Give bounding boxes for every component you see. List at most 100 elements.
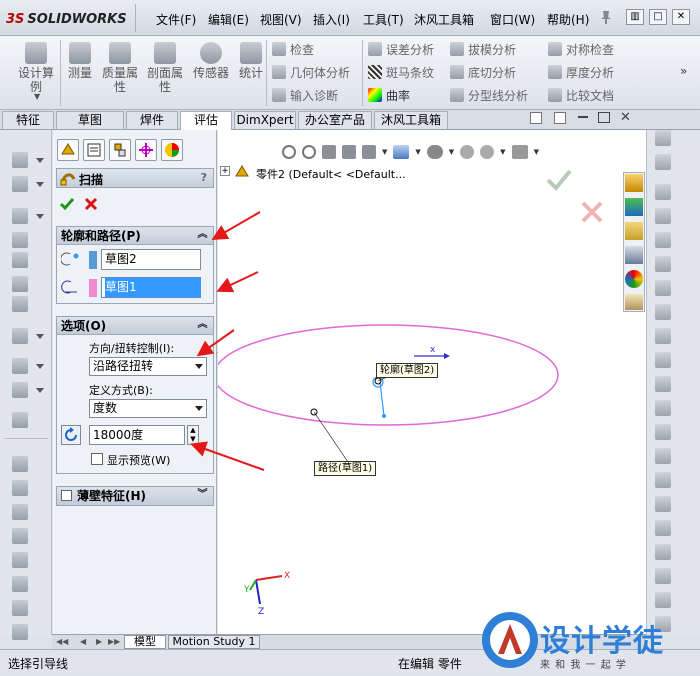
tab-weldments[interactable]: 焊件 — [126, 111, 178, 129]
zebra-stripes-button[interactable]: 斑马条纹 — [368, 63, 448, 81]
polygon-icon[interactable] — [655, 376, 671, 392]
ribbon-more-icon[interactable]: » — [680, 64, 687, 78]
trim-icon[interactable] — [655, 472, 671, 488]
slot-icon[interactable] — [655, 232, 671, 248]
tab-model[interactable]: 模型 — [124, 635, 166, 649]
restore-window-button[interactable]: □ — [649, 9, 667, 25]
chevron-down-icon[interactable] — [36, 158, 44, 163]
custom-properties-icon[interactable] — [625, 294, 643, 310]
property-manager-tab[interactable] — [83, 139, 105, 161]
define-by-select[interactable]: 度数 — [89, 399, 207, 418]
menu-mufeng[interactable]: 沐风工具箱 — [414, 11, 474, 28]
close-window-button[interactable]: ✕ — [672, 9, 690, 25]
symmetry-check-button[interactable]: 对称检查 — [548, 40, 638, 58]
blocks-icon[interactable] — [12, 552, 28, 568]
menu-edit[interactable]: 编辑(E) — [208, 11, 249, 28]
mass-properties-button[interactable]: 质量属性 — [100, 42, 140, 94]
sketch-icon[interactable] — [655, 130, 671, 146]
repair-icon[interactable] — [12, 528, 28, 544]
minimize-doc-icon[interactable] — [578, 116, 588, 118]
point-icon[interactable] — [655, 400, 671, 416]
pin-icon[interactable] — [599, 9, 613, 25]
import-diagnostics-button[interactable]: 输入诊断 — [272, 86, 362, 104]
extrude-icon[interactable] — [12, 152, 28, 168]
dimxpert-manager-tab[interactable] — [135, 139, 157, 161]
show-preview-checkbox[interactable] — [91, 453, 103, 465]
geometry-analysis-button[interactable]: 几何体分析 — [272, 63, 362, 81]
profile-callout[interactable]: 轮廓(草图2) — [376, 363, 439, 378]
compare-documents-button[interactable]: 比较文档 — [548, 86, 638, 104]
help-icon[interactable]: ? — [201, 171, 207, 184]
tile2-icon[interactable] — [554, 112, 566, 124]
surface-icon[interactable] — [12, 600, 28, 616]
offset-icon[interactable] — [655, 520, 671, 536]
tab-motion-study[interactable]: Motion Study 1 — [168, 635, 260, 649]
chevron-down-icon[interactable] — [36, 364, 44, 369]
options-header[interactable]: 选项(O) ︽ — [57, 317, 213, 335]
first-tab-icon[interactable]: ◀◀ — [56, 637, 68, 646]
layer-icon[interactable] — [12, 576, 28, 592]
tile-window-button[interactable]: ▥ — [626, 9, 644, 25]
tab-sketch[interactable]: 草图 — [56, 111, 124, 129]
chevron-down-icon[interactable] — [36, 214, 44, 219]
sensor-button[interactable]: 传感器 — [191, 42, 231, 80]
design-library-icon[interactable] — [625, 198, 643, 216]
thin-feature-checkbox[interactable] — [61, 490, 72, 501]
tab-office-products[interactable]: 办公室产品 — [298, 111, 372, 129]
profile-path-header[interactable]: 轮廓和路径(P) ︽ — [57, 227, 213, 245]
ellipse-icon[interactable] — [655, 328, 671, 344]
instant3d-icon[interactable] — [12, 412, 28, 428]
collapse-icon[interactable]: ︽ — [196, 319, 209, 332]
wrap-icon[interactable] — [12, 276, 28, 292]
rotate-direction-button[interactable] — [61, 425, 81, 445]
chevron-down-icon[interactable] — [36, 388, 44, 393]
view-palette-icon[interactable] — [625, 246, 643, 264]
tile-icon[interactable] — [530, 112, 542, 124]
move-icon[interactable] — [12, 624, 28, 640]
menu-tools[interactable]: 工具(T) — [363, 11, 404, 28]
undercut-analysis-button[interactable]: 底切分析 — [450, 63, 540, 81]
menu-window[interactable]: 窗口(W) — [490, 11, 535, 28]
sketch-tool-icon[interactable] — [12, 456, 28, 472]
shell-icon[interactable] — [12, 252, 28, 268]
rib-icon[interactable] — [12, 232, 28, 248]
chevron-down-icon[interactable] — [36, 182, 44, 187]
thickness-analysis-button[interactable]: 厚度分析 — [548, 63, 638, 81]
line-icon[interactable] — [655, 184, 671, 200]
close-doc-icon[interactable]: ✕ — [620, 110, 631, 125]
feature-manager-tab[interactable] — [57, 139, 79, 161]
convert-icon[interactable] — [655, 496, 671, 512]
section-properties-button[interactable]: 剖面属性 — [145, 42, 185, 94]
cut-icon[interactable] — [12, 176, 28, 192]
pattern-icon[interactable] — [12, 328, 28, 344]
statistics-button[interactable]: 统计 — [237, 42, 265, 80]
fillet-sketch-icon[interactable] — [655, 352, 671, 368]
profile-field[interactable]: 草图2 — [101, 249, 201, 270]
circle-icon[interactable] — [655, 256, 671, 272]
menu-file[interactable]: 文件(F) — [156, 11, 196, 28]
appearances-icon[interactable] — [625, 270, 643, 288]
restore-doc-icon[interactable] — [598, 112, 610, 123]
menu-view[interactable]: 视图(V) — [260, 11, 302, 28]
ok-button[interactable] — [59, 196, 75, 212]
degrees-field[interactable]: 18000度 — [89, 425, 185, 445]
mirror-icon[interactable] — [12, 358, 28, 374]
last-tab-icon[interactable]: ▶▶ — [108, 637, 120, 646]
tab-mufeng-toolbox[interactable]: 沐风工具箱 — [374, 111, 448, 129]
next-tab-icon[interactable]: ▶ — [96, 637, 102, 646]
display-manager-tab[interactable] — [161, 139, 183, 161]
tab-features[interactable]: 特征 — [2, 111, 54, 129]
draft-analysis-button[interactable]: 拔模分析 — [450, 40, 540, 58]
thin-feature-header[interactable]: 薄壁特征(H) ︾ — [57, 487, 213, 505]
prev-tab-icon[interactable]: ◀ — [80, 637, 86, 646]
graphics-area[interactable]: ▼ ▼ ▼ ▼ ▼ + 零件2 (Default< <Default... x … — [218, 130, 646, 635]
menu-insert[interactable]: 插入(I) — [313, 11, 350, 28]
smart-dim-icon[interactable] — [655, 154, 671, 170]
sweep-sketch[interactable]: x X Z Y — [218, 130, 646, 635]
relations-icon[interactable] — [12, 504, 28, 520]
cancel-button[interactable] — [83, 196, 99, 212]
configuration-manager-tab[interactable] — [109, 139, 131, 161]
file-explorer-icon[interactable] — [625, 222, 643, 240]
home-icon[interactable] — [625, 174, 643, 192]
measure-button[interactable]: 测量 — [66, 42, 94, 80]
